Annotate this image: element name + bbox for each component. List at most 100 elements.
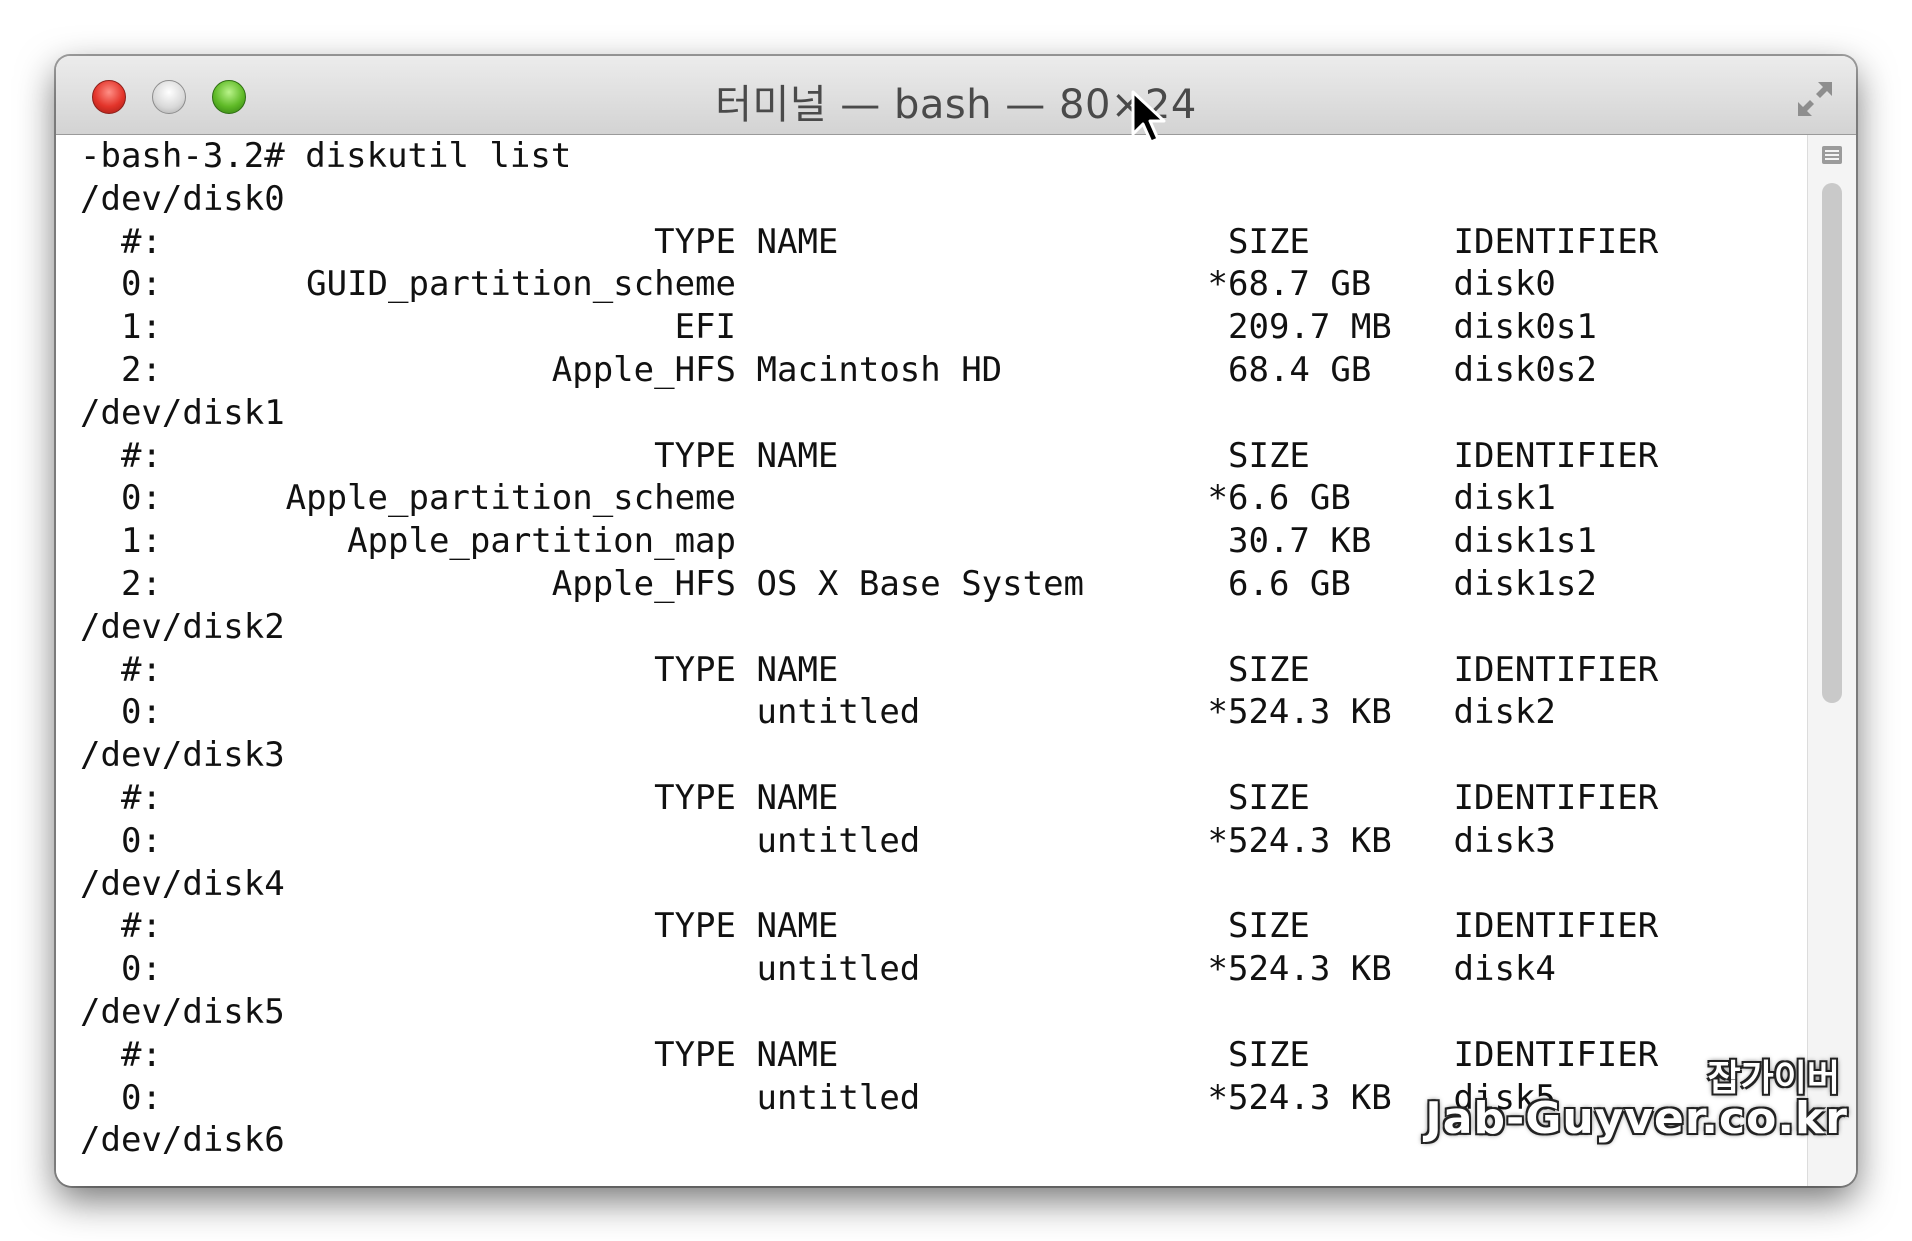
disk-device-line: /dev/disk2 bbox=[80, 606, 571, 649]
partition-num: 2: bbox=[121, 349, 162, 390]
header-identifier: IDENTIFIER bbox=[1453, 906, 1659, 947]
partition-row: 0: untitled *524.3 KB disk5 bbox=[80, 1077, 1556, 1120]
window-title: 터미널 — bash — 80×24 bbox=[715, 82, 1197, 128]
disk-device-line: /dev/disk4 bbox=[80, 863, 571, 906]
header-num: #: bbox=[121, 649, 162, 690]
disk-device-line: /dev/disk0 bbox=[80, 178, 571, 221]
partition-num: 0: bbox=[121, 478, 162, 519]
header-type: TYPE bbox=[654, 435, 736, 476]
partition-table-header: #: TYPE NAME SIZE IDENTIFIER bbox=[80, 435, 1658, 478]
partition-size: *524.3 KB bbox=[1207, 692, 1392, 733]
split-pane-icon[interactable] bbox=[1820, 143, 1844, 167]
partition-type: GUID_partition_scheme bbox=[306, 264, 736, 305]
partition-name: Macintosh HD bbox=[756, 349, 1003, 390]
disk-device-line: /dev/disk5 bbox=[80, 991, 571, 1034]
partition-table-header: #: TYPE NAME SIZE IDENTIFIER bbox=[80, 1034, 1658, 1077]
header-name: NAME bbox=[756, 906, 839, 947]
partition-row: 0: untitled *524.3 KB disk3 bbox=[80, 820, 1556, 863]
header-name: NAME bbox=[756, 777, 839, 818]
disk-device: /dev/disk6 bbox=[80, 1120, 285, 1161]
partition-identifier: disk2 bbox=[1453, 692, 1556, 733]
header-identifier: IDENTIFIER bbox=[1453, 649, 1659, 690]
partition-name: untitled bbox=[756, 692, 921, 733]
partition-num: 0: bbox=[121, 1077, 162, 1118]
header-type: TYPE bbox=[654, 777, 736, 818]
watermark-korean: 잡가이버 bbox=[1707, 1058, 1840, 1099]
partition-num: 1: bbox=[121, 521, 162, 562]
partition-type: EFI bbox=[674, 307, 736, 348]
partition-size: 209.7 MB bbox=[1228, 307, 1392, 348]
partition-identifier: disk0s2 bbox=[1453, 349, 1597, 390]
header-num: #: bbox=[121, 777, 162, 818]
partition-type: Apple_HFS bbox=[551, 349, 736, 390]
header-identifier: IDENTIFIER bbox=[1453, 777, 1659, 818]
partition-identifier: disk4 bbox=[1453, 949, 1556, 990]
partition-table-header: #: TYPE NAME SIZE IDENTIFIER bbox=[80, 649, 1658, 692]
header-name: NAME bbox=[756, 221, 839, 262]
partition-identifier: disk1 bbox=[1453, 478, 1556, 519]
disk-device-line: /dev/disk6 bbox=[80, 1119, 571, 1162]
partition-name: untitled bbox=[756, 820, 921, 861]
header-num: #: bbox=[121, 221, 162, 262]
disk-device-line: /dev/disk3 bbox=[80, 734, 571, 777]
partition-type: Apple_partition_scheme bbox=[285, 478, 736, 519]
partition-name: OS X Base System bbox=[756, 563, 1085, 604]
partition-identifier: disk1s2 bbox=[1453, 563, 1597, 604]
partition-num: 0: bbox=[121, 949, 162, 990]
header-name: NAME bbox=[756, 649, 839, 690]
header-num: #: bbox=[121, 906, 162, 947]
mouse-pointer-icon bbox=[1131, 90, 1166, 144]
partition-row: 0: untitled *524.3 KB disk2 bbox=[80, 691, 1556, 734]
partition-size: 68.4 GB bbox=[1228, 349, 1372, 390]
header-size: SIZE bbox=[1228, 906, 1310, 947]
partition-row: 0: Apple_partition_scheme *6.6 GB disk1 bbox=[80, 477, 1556, 520]
disk-device: /dev/disk0 bbox=[80, 178, 285, 219]
terminal-output[interactable]: -bash-3.2# diskutil list/dev/disk0 #: TYPE… bbox=[80, 135, 1658, 1162]
partition-identifier: disk1s1 bbox=[1453, 521, 1597, 562]
partition-num: 0: bbox=[121, 820, 162, 861]
partition-num: 1: bbox=[121, 307, 162, 348]
header-type: TYPE bbox=[654, 1034, 736, 1075]
partition-size: *524.3 KB bbox=[1207, 820, 1392, 861]
partition-size: 6.6 GB bbox=[1228, 563, 1351, 604]
partition-size: *6.6 GB bbox=[1207, 478, 1351, 519]
partition-table-header: #: TYPE NAME SIZE IDENTIFIER bbox=[80, 905, 1658, 948]
disk-device: /dev/disk2 bbox=[80, 606, 285, 647]
partition-identifier: disk3 bbox=[1453, 820, 1556, 861]
partition-row: 0: GUID_partition_scheme *68.7 GB disk0 bbox=[80, 263, 1556, 306]
partition-size: *68.7 GB bbox=[1207, 264, 1372, 305]
disk-device: /dev/disk4 bbox=[80, 863, 285, 904]
header-identifier: IDENTIFIER bbox=[1453, 435, 1659, 476]
header-size: SIZE bbox=[1228, 777, 1310, 818]
header-size: SIZE bbox=[1228, 435, 1310, 476]
shell-prompt: -bash-3.2# bbox=[80, 136, 285, 176]
watermark-url: Jab-Guyver.co.kr bbox=[1425, 1093, 1848, 1144]
partition-row: 2: Apple_HFS OS X Base System 6.6 GB disk1s2 bbox=[80, 563, 1597, 606]
header-name: NAME bbox=[756, 435, 839, 476]
header-num: #: bbox=[121, 435, 162, 476]
fullscreen-icon[interactable] bbox=[1794, 78, 1836, 120]
terminal-content[interactable]: -bash-3.2# diskutil list/dev/disk0 #: TYPE… bbox=[56, 135, 1808, 1186]
scrollbar[interactable] bbox=[1807, 135, 1856, 1186]
disk-device: /dev/disk3 bbox=[80, 735, 285, 776]
partition-type: Apple_partition_map bbox=[347, 521, 736, 562]
partition-row: 0: untitled *524.3 KB disk4 bbox=[80, 948, 1556, 991]
shell-command: diskutil list bbox=[305, 136, 572, 176]
header-size: SIZE bbox=[1228, 1034, 1310, 1075]
header-name: NAME bbox=[756, 1034, 839, 1075]
header-identifier: IDENTIFIER bbox=[1453, 221, 1659, 262]
partition-row: 1: EFI 209.7 MB disk0s1 bbox=[80, 306, 1597, 349]
title-bar[interactable]: 터미널 — bash — 80×24 bbox=[56, 56, 1856, 135]
terminal-window: 터미널 — bash — 80×24 -bash-3.2# diskutil l… bbox=[56, 56, 1856, 1186]
partition-num: 0: bbox=[121, 264, 162, 305]
partition-name: untitled bbox=[756, 949, 921, 990]
partition-row: 2: Apple_HFS Macintosh HD 68.4 GB disk0s2 bbox=[80, 349, 1597, 392]
partition-table-header: #: TYPE NAME SIZE IDENTIFIER bbox=[80, 777, 1658, 820]
partition-type: Apple_HFS bbox=[551, 563, 736, 604]
partition-name: untitled bbox=[756, 1077, 921, 1118]
scrollbar-thumb[interactable] bbox=[1822, 183, 1842, 703]
command-line: -bash-3.2# diskutil list bbox=[80, 135, 571, 178]
partition-num: 2: bbox=[121, 563, 162, 604]
partition-size: 30.7 KB bbox=[1228, 521, 1372, 562]
partition-size: *524.3 KB bbox=[1207, 1077, 1392, 1118]
